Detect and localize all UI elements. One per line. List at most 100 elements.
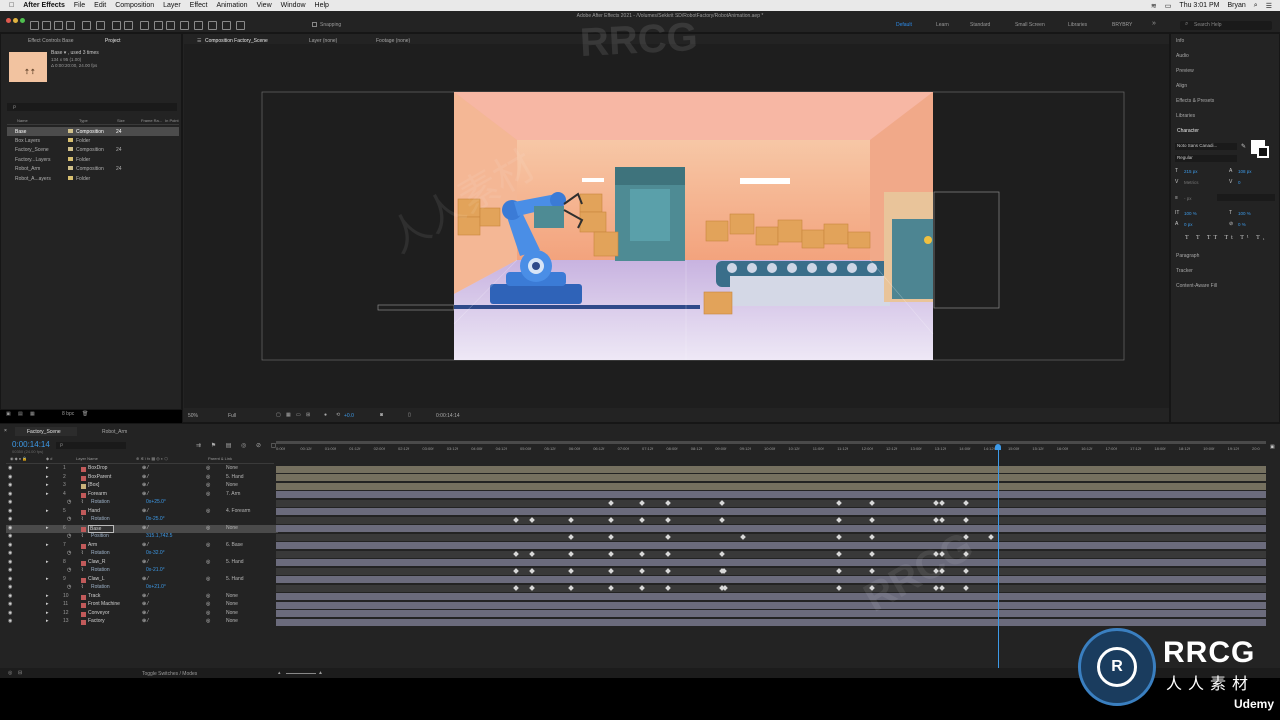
twirl-icon[interactable]: ▸: [46, 576, 49, 582]
keyframe[interactable]: [607, 499, 614, 506]
layer-duration-bar[interactable]: [276, 508, 1266, 516]
label-color-swatch[interactable]: [68, 147, 73, 152]
keyframe[interactable]: [718, 516, 725, 523]
transparency-grid-icon[interactable]: ▦: [286, 412, 291, 418]
keyframe[interactable]: [607, 584, 614, 591]
layer-label-color[interactable]: [81, 577, 86, 583]
property-track[interactable]: [276, 533, 1266, 541]
layer-switches-icon[interactable]: ⊕ ⁄: [142, 618, 148, 624]
property-track[interactable]: [276, 584, 1266, 592]
property-value[interactable]: 0x-32.0°: [146, 550, 165, 556]
pen-tool-icon[interactable]: [154, 21, 163, 30]
layer-row[interactable]: ◉ ▸ 7 Arm ⊕ ⁄ ◎ 6. Base: [6, 542, 278, 551]
parent-dropdown[interactable]: 5. Hand: [226, 474, 244, 480]
parent-dropdown[interactable]: 4. Forearm: [226, 508, 250, 514]
stroke-color-swatch[interactable]: [1257, 146, 1269, 158]
layer-label-color[interactable]: [81, 543, 86, 549]
toggle-switches-modes[interactable]: Toggle Switches / Modes: [142, 671, 197, 677]
layer-row[interactable]: ◉ ▸ 12 Conveyor ⊕ ⁄ ◎ None: [6, 610, 278, 619]
pickwhip-icon[interactable]: ◎: [206, 525, 210, 531]
graph-icon[interactable]: ⌇: [81, 533, 83, 539]
keyframe[interactable]: [836, 567, 843, 574]
parent-dropdown[interactable]: None: [226, 593, 238, 599]
pan-tool-icon[interactable]: [82, 21, 91, 30]
time-ruler[interactable]: 0:00f 00:12f 01:00f 01:12f 02:00f 02:12f 03:00…: [276, 441, 1266, 457]
layer-switches-icon[interactable]: ⊕ ⁄: [142, 525, 148, 531]
mask-visibility-icon[interactable]: ▭: [296, 412, 301, 418]
app-menu[interactable]: After Effects: [23, 2, 65, 9]
workspace-learn[interactable]: Learn: [936, 22, 949, 28]
horizontal-scale-value[interactable]: 100 %: [1238, 211, 1251, 216]
baseline-value[interactable]: 0 px: [1184, 222, 1193, 227]
layer-row[interactable]: ◉ ▸ 2 BoxParent ⊕ ⁄ ◎ 5. Hand: [6, 474, 278, 483]
anchor-tool-icon[interactable]: [124, 21, 133, 30]
keyframe[interactable]: [665, 584, 671, 591]
property-track[interactable]: [276, 516, 1266, 524]
exposure-value[interactable]: +0.0: [344, 413, 354, 419]
pickwhip-icon[interactable]: ◎: [206, 474, 210, 480]
layer-row[interactable]: ◉ ▸ 3 [Box] ⊕ ⁄ ◎ None: [6, 482, 278, 491]
keyframe[interactable]: [529, 516, 536, 523]
keyframe[interactable]: [568, 516, 574, 523]
tab-effect-controls[interactable]: Effect Controls Base: [28, 38, 74, 44]
wifi-icon[interactable]: ≋: [1151, 2, 1157, 10]
show-snapshot-icon[interactable]: ▯: [408, 412, 411, 418]
layer-label-color[interactable]: [81, 467, 86, 472]
rotate-tool-icon[interactable]: [112, 21, 121, 30]
workspace-brybry[interactable]: BRYBRY: [1112, 22, 1132, 28]
layer-row[interactable]: ◉ ▸ 13 Factory ⊕ ⁄ ◎ None: [6, 618, 278, 627]
keyframe[interactable]: [512, 550, 519, 557]
layer-switches-icon[interactable]: ⊕ ⁄: [142, 559, 148, 565]
layer-row[interactable]: ◉ ▸ 11 Front Machine ⊕ ⁄ ◎ None: [6, 601, 278, 610]
panel-section-paragraph[interactable]: Paragraph: [1176, 253, 1199, 259]
tsume-value[interactable]: 0 %: [1238, 222, 1246, 227]
zoom-tool-icon[interactable]: [54, 21, 63, 30]
panel-section-info[interactable]: Info: [1176, 38, 1184, 44]
font-size-value[interactable]: 215 px: [1184, 169, 1198, 174]
menu-window[interactable]: Window: [281, 2, 306, 9]
layer-switches-icon[interactable]: ⊕ ⁄: [142, 491, 148, 497]
panel-section-tracker[interactable]: Tracker: [1176, 268, 1193, 274]
layer-switches-icon[interactable]: ⊕ ⁄: [142, 610, 148, 616]
pickwhip-icon[interactable]: ◎: [206, 593, 210, 599]
keyframe[interactable]: [836, 516, 843, 523]
keyframe[interactable]: [869, 516, 875, 523]
keyframe[interactable]: [665, 499, 671, 506]
pickwhip-icon[interactable]: ◎: [206, 508, 210, 514]
eyedropper-icon[interactable]: ✎: [1241, 143, 1246, 150]
keyframe[interactable]: [869, 584, 875, 591]
vertical-scale-value[interactable]: 100 %: [1184, 211, 1197, 216]
panel-section-align[interactable]: Align: [1176, 83, 1187, 89]
layer-label-color[interactable]: [81, 492, 86, 498]
stopwatch-icon[interactable]: ◷: [67, 533, 71, 539]
layer-label-color[interactable]: [81, 526, 86, 532]
panel-section-content-aware-fill[interactable]: Content-Aware Fill: [1176, 283, 1217, 289]
font-family-dropdown[interactable]: Noto Sans Canadi...: [1175, 143, 1237, 150]
work-area-bar[interactable]: [276, 441, 1266, 444]
pickwhip-icon[interactable]: ◎: [206, 610, 210, 616]
property-track[interactable]: [276, 550, 1266, 558]
zoom-out-icon[interactable]: ▴: [278, 670, 281, 676]
parent-dropdown[interactable]: 5. Hand: [226, 559, 244, 565]
layer-duration-bar[interactable]: [276, 482, 1266, 490]
layer-switches-icon[interactable]: ⊕ ⁄: [142, 482, 148, 488]
keyframe[interactable]: [529, 550, 536, 557]
rectangle-tool-icon[interactable]: [140, 21, 149, 30]
twirl-icon[interactable]: ▸: [46, 618, 49, 624]
graph-icon[interactable]: ⌇: [81, 584, 83, 590]
visibility-icon[interactable]: ◉: [8, 516, 12, 522]
parent-dropdown[interactable]: 5. Hand: [226, 576, 244, 582]
keyframe[interactable]: [512, 567, 519, 574]
keyframe[interactable]: [836, 550, 843, 557]
layer-row[interactable]: ◉ ▸ 1 BoxDrop ⊕ ⁄ ◎ None: [6, 465, 278, 474]
layer-name[interactable]: Factory: [88, 618, 105, 624]
twirl-icon[interactable]: ▸: [46, 610, 49, 616]
layer-duration-bar[interactable]: [276, 601, 1266, 609]
keyframe[interactable]: [529, 584, 536, 591]
stopwatch-icon[interactable]: ◷: [67, 584, 71, 590]
project-item[interactable]: Factory...Layers Folder: [7, 155, 179, 164]
tracking-value[interactable]: 0: [1238, 180, 1241, 185]
project-search-input[interactable]: ρ: [7, 103, 177, 111]
pickwhip-icon[interactable]: ◎: [206, 491, 210, 497]
label-color-swatch[interactable]: [68, 138, 73, 143]
